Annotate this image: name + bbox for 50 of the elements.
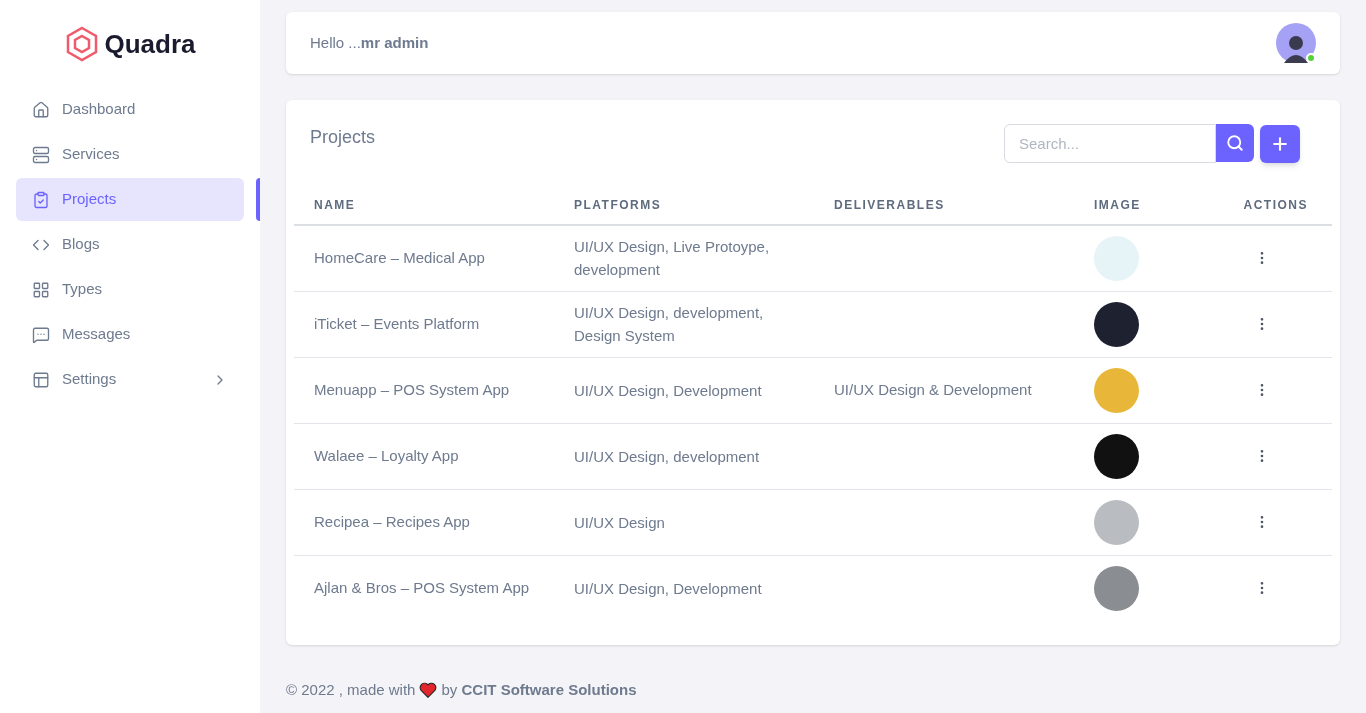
search-icon — [1226, 134, 1244, 152]
photo-placeholder — [1094, 433, 1139, 479]
column-header: IMAGE — [1094, 197, 1141, 212]
platforms-text: UI/UX Design, Live Protoype, development — [574, 238, 770, 279]
card-title: Projects — [310, 126, 376, 149]
message-icon — [32, 325, 50, 344]
add-button[interactable] — [1260, 124, 1300, 163]
server-icon — [32, 145, 50, 164]
home-icon — [32, 100, 50, 119]
photo-placeholder — [1094, 235, 1139, 281]
nav-item[interactable]: Projects — [16, 178, 244, 221]
photo-placeholder — [1094, 367, 1139, 413]
user-silhouette-icon — [1283, 33, 1309, 63]
search-field[interactable]: Search... — [1004, 124, 1216, 163]
photo-placeholder — [1094, 301, 1139, 347]
column-header: ACTIONS — [1243, 197, 1308, 212]
photo-placeholder — [1094, 565, 1139, 611]
photo-placeholder — [1094, 499, 1139, 545]
footer-text: © 2022 , made with — [286, 680, 416, 700]
project-name: HomeCare – Medical App — [314, 249, 485, 266]
nav-item[interactable]: Services — [16, 133, 244, 176]
nav-item[interactable]: Messages — [16, 313, 244, 356]
platforms-text: UI/UX Design — [574, 513, 665, 531]
platforms-text: UI/UX Design, Development — [574, 579, 762, 597]
nav-item[interactable]: Types — [16, 268, 244, 311]
column-header: NAME — [314, 197, 356, 212]
platforms-text: UI/UX Design, Development — [574, 381, 762, 399]
project-name: iTicket – Events Platform — [314, 314, 480, 332]
nav-item[interactable]: Settings — [16, 358, 244, 401]
project-name: Ajlan & Bros – POS System App — [314, 579, 530, 596]
deliverables-text: UI/UX Design & Development — [834, 380, 1032, 398]
active-indicator — [256, 178, 260, 221]
greeting-text: Hello ...mr admin — [310, 32, 429, 53]
footer-credit: by CCIT Software Solutions — [441, 680, 637, 700]
project-name: Recipea – Recipes App — [314, 512, 470, 530]
search-button[interactable] — [1216, 124, 1254, 162]
column-header: PLATFORMS — [574, 197, 662, 212]
nav-item[interactable]: Blogs — [16, 223, 244, 266]
platforms-text: UI/UX Design, development, Design System — [574, 304, 764, 344]
project-name: Walaee – Loyalty App — [314, 446, 459, 464]
layout-icon — [32, 370, 50, 389]
column-header: DELIVERABLES — [834, 197, 945, 212]
nav-item[interactable]: Dashboard — [16, 88, 244, 131]
clipboard-check-icon — [32, 190, 50, 209]
heart-icon — [419, 682, 438, 699]
grid-icon — [32, 280, 50, 299]
avatar[interactable] — [1276, 23, 1316, 63]
platforms-text: UI/UX Design, development — [574, 447, 760, 465]
logo-text: Quadra — [104, 27, 196, 61]
project-name: Menuapp – POS System App — [314, 380, 510, 398]
